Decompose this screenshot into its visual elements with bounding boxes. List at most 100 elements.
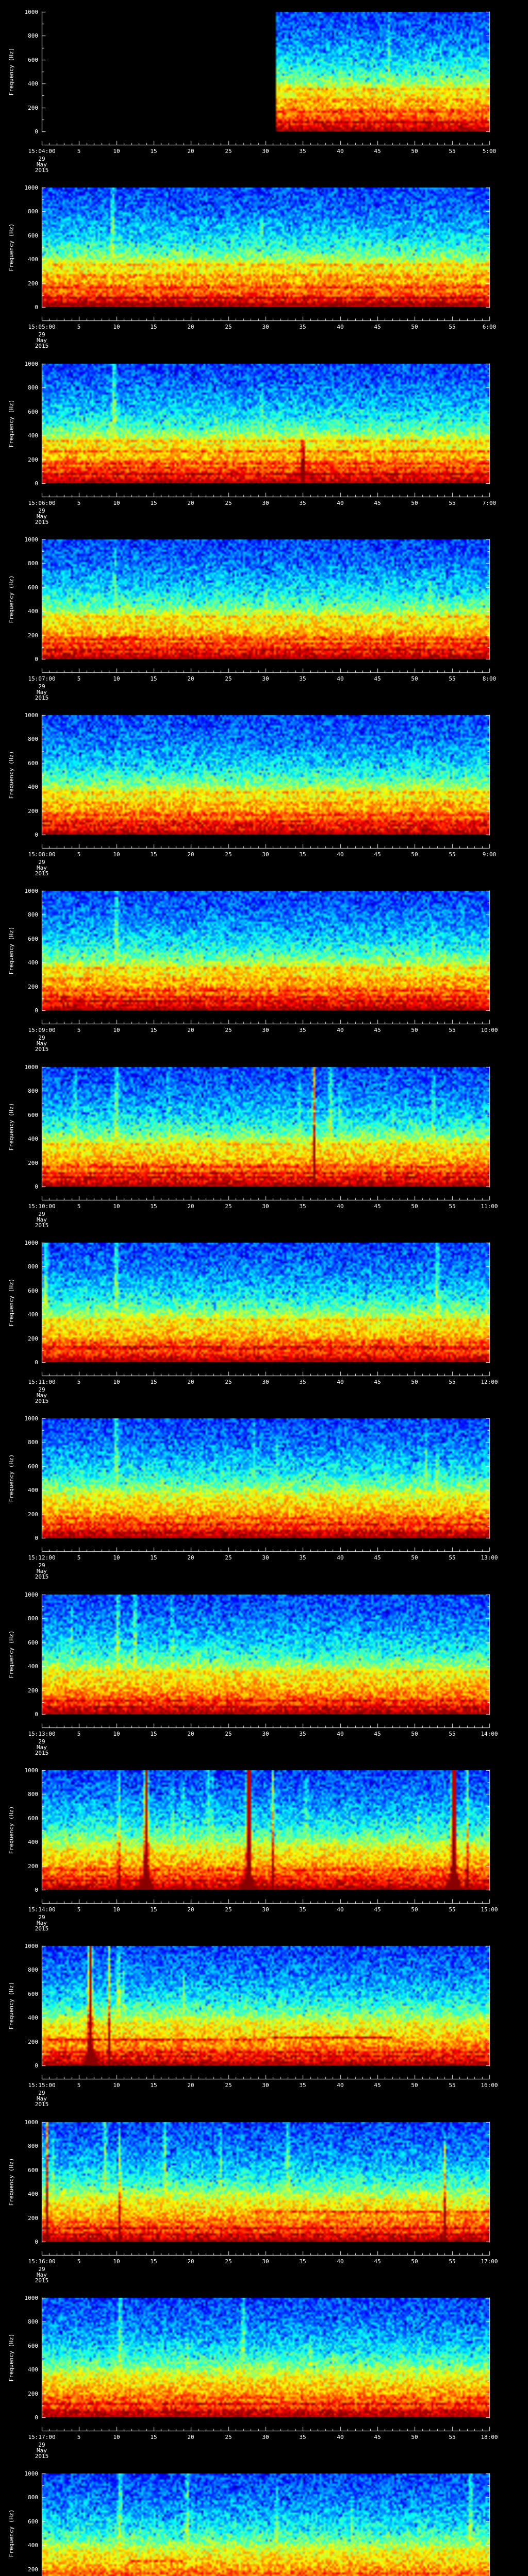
x-tick-label: 20 xyxy=(187,324,194,330)
y-tick-label: 0 xyxy=(35,1887,38,1893)
y-tick-label: 600 xyxy=(28,2167,38,2174)
y-tick-label: 600 xyxy=(28,1639,38,1646)
x-tick-label: 5 xyxy=(77,675,81,682)
spectrogram-panel: Frequency (Hz) 0 200 400 600 800 1000 5 10 15 20… xyxy=(0,703,528,879)
y-tick-label: 1000 xyxy=(24,1591,39,1598)
spectrogram-panel: Frequency (Hz) 0 200 400 600 800 1000 5 10 15 20… xyxy=(0,1934,528,2110)
date-line: 2015 xyxy=(35,2101,49,2108)
x-tick-label: 40 xyxy=(337,675,344,682)
x-tick-label: 15 xyxy=(150,148,157,155)
x-tick-label: 55 xyxy=(449,148,456,155)
x-tick-label: 15 xyxy=(150,500,157,506)
y-tick-label: 400 xyxy=(28,2014,38,2021)
x-axis-start-time: 15:17:00 xyxy=(28,2434,56,2441)
y-tick-label: 0 xyxy=(35,1183,38,1190)
x-axis-start-time: 15:04:00 xyxy=(28,148,56,155)
y-tick-label: 800 xyxy=(28,1439,38,1446)
spectrogram-panel: Frequency (Hz) 0 200 400 600 800 1000 5 10 15 20… xyxy=(0,1583,528,1759)
x-tick-label: 10 xyxy=(113,1906,120,1913)
x-tick-label: 50 xyxy=(411,2258,418,2265)
x-tick-label: 50 xyxy=(411,2434,418,2441)
y-tick-label: 800 xyxy=(28,1967,38,1973)
x-tick-label: 20 xyxy=(187,2434,194,2441)
x-tick-label: 30 xyxy=(262,1906,269,1913)
x-tick-label: 5 xyxy=(77,148,81,155)
x-tick-label: 50 xyxy=(411,1554,418,1561)
x-tick-label: 25 xyxy=(225,675,232,682)
x-tick-label: 5 xyxy=(77,1906,81,1913)
x-tick-label: 20 xyxy=(187,500,194,506)
y-tick-label: 200 xyxy=(28,1160,38,1166)
x-tick-label: 25 xyxy=(225,500,232,506)
y-tick-label: 400 xyxy=(28,959,38,966)
y-tick-label: 0 xyxy=(35,480,38,487)
y-tick-label: 400 xyxy=(28,1487,38,1494)
x-tick-label: 35 xyxy=(299,500,306,506)
y-tick-label: 1000 xyxy=(24,2470,39,2477)
x-tick-label: 55 xyxy=(449,2082,456,2089)
x-tick-label: 30 xyxy=(262,2434,269,2441)
y-tick-label: 1000 xyxy=(24,1064,39,1071)
x-tick-label: 30 xyxy=(262,324,269,330)
x-tick-label: 20 xyxy=(187,1027,194,1033)
y-tick-label: 800 xyxy=(28,1088,38,1094)
x-tick-label: 10 xyxy=(113,148,120,155)
x-tick-label: 20 xyxy=(187,851,194,858)
y-tick-label: 800 xyxy=(28,1263,38,1270)
x-tick-label: 50 xyxy=(411,1203,418,1210)
x-tick-label: 25 xyxy=(225,148,232,155)
x-tick-label: 35 xyxy=(299,1554,306,1561)
y-tick-label: 800 xyxy=(28,1791,38,1798)
x-tick-label: 30 xyxy=(262,675,269,682)
x-tick-label: 45 xyxy=(374,1203,381,1210)
x-axis-end-time: 12:00 xyxy=(481,1379,498,1385)
x-tick-label: 30 xyxy=(262,2258,269,2265)
x-tick-label: 5 xyxy=(77,1379,81,1385)
x-tick-label: 25 xyxy=(225,2082,232,2089)
date-line: 2015 xyxy=(35,870,49,877)
date-line: 2015 xyxy=(35,1222,49,1229)
x-tick-label: 35 xyxy=(299,324,306,330)
spectrogram-panel: Frequency (Hz) 0 200 400 600 800 1000 5 10 15 20… xyxy=(0,879,528,1055)
x-tick-label: 40 xyxy=(337,1554,344,1561)
y-tick-label: 1000 xyxy=(24,712,39,719)
spectrogram-stack: Frequency (Hz) 0 200 400 600 800 1000 5 10 15 20… xyxy=(0,0,528,2576)
x-tick-label: 30 xyxy=(262,2082,269,2089)
x-tick-label: 45 xyxy=(374,675,381,682)
y-tick-label: 200 xyxy=(28,2215,38,2222)
x-tick-label: 15 xyxy=(150,2082,157,2089)
y-axis-title: Frequency (Hz) xyxy=(8,1454,15,1502)
x-tick-label: 40 xyxy=(337,2434,344,2441)
y-axis-title: Frequency (Hz) xyxy=(8,1806,15,1854)
x-tick-label: 5 xyxy=(77,1554,81,1561)
y-tick-label: 1000 xyxy=(24,1943,39,1950)
x-tick-label: 55 xyxy=(449,675,456,682)
x-tick-label: 40 xyxy=(337,2258,344,2265)
y-tick-label: 0 xyxy=(35,2414,38,2421)
x-tick-label: 55 xyxy=(449,1203,456,1210)
y-axis-title: Frequency (Hz) xyxy=(8,2333,15,2382)
y-tick-label: 0 xyxy=(35,2062,38,2069)
spectrogram-panel: Frequency (Hz) 0 200 400 600 800 1000 5 10 15 20… xyxy=(0,528,528,704)
x-tick-label: 20 xyxy=(187,1379,194,1385)
x-axis-start-time: 15:10:00 xyxy=(28,1203,56,1210)
x-tick-label: 5 xyxy=(77,2258,81,2265)
x-tick-label: 20 xyxy=(187,1731,194,1737)
spectrogram-panel: Frequency (Hz) 0 200 400 600 800 1000 5 10 15 20… xyxy=(0,2110,528,2286)
x-tick-label: 25 xyxy=(225,851,232,858)
spectrogram-panel: Frequency (Hz) 0 200 400 600 800 1000 5 10 15 20… xyxy=(0,0,528,176)
date-line: 2015 xyxy=(35,1573,49,1580)
x-tick-label: 50 xyxy=(411,1027,418,1033)
x-axis-end-time: 7:00 xyxy=(482,500,497,506)
x-axis-end-time: 11:00 xyxy=(481,1203,498,1210)
x-tick-label: 55 xyxy=(449,1731,456,1737)
y-tick-label: 400 xyxy=(28,2191,38,2197)
x-tick-label: 40 xyxy=(337,1203,344,1210)
y-tick-label: 200 xyxy=(28,456,38,463)
x-tick-label: 15 xyxy=(150,1027,157,1033)
y-tick-label: 600 xyxy=(28,1463,38,1470)
y-tick-label: 0 xyxy=(35,128,38,135)
x-tick-label: 20 xyxy=(187,675,194,682)
x-tick-label: 30 xyxy=(262,1554,269,1561)
date-line: 2015 xyxy=(35,1925,49,1932)
